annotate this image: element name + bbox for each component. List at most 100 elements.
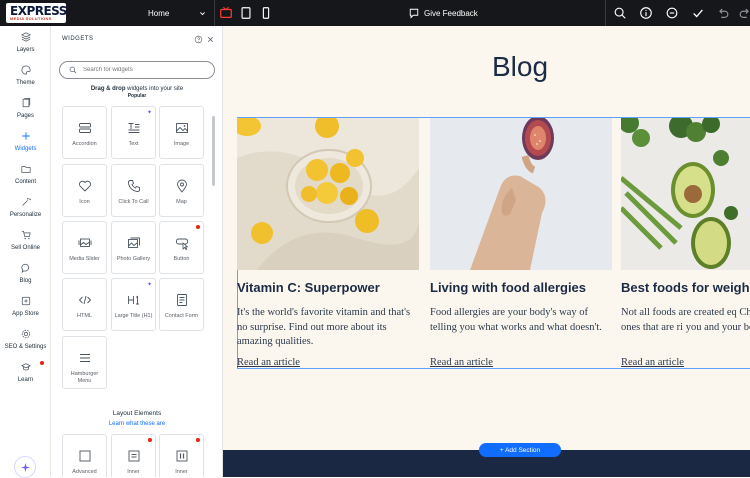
desktop-view-button[interactable] — [216, 3, 236, 23]
nav-item-personalize[interactable]: Personalize — [0, 197, 51, 227]
ai-assistant-button[interactable] — [14, 456, 36, 478]
nav-item-app-store[interactable]: App Store — [0, 296, 51, 326]
widget-tile-photo-gallery[interactable]: Photo Gallery — [111, 221, 156, 274]
give-feedback-button[interactable]: Give Feedback — [408, 0, 478, 26]
widget-tile-map[interactable]: Map — [159, 164, 204, 217]
tile-label: Hamburger Menu — [70, 371, 99, 384]
card-excerpt: It's the world's favorite vitamin and th… — [237, 307, 411, 347]
check-icon — [693, 9, 703, 18]
nav-label: Personalize — [9, 212, 42, 218]
nav-label: Pages — [16, 113, 34, 119]
widget-search[interactable] — [59, 61, 215, 79]
layout-tile-inner-columns[interactable]: Inner — [159, 434, 204, 477]
chevron-down-icon — [200, 11, 205, 15]
chat-bubble-icon — [20, 263, 29, 273]
add-section-button[interactable]: + Add Section — [479, 443, 561, 457]
nav-item-layers[interactable]: Layers — [0, 32, 51, 62]
layout-elements-heading: Layout Elements — [112, 410, 162, 417]
close-icon[interactable] — [206, 35, 215, 44]
inner-section-icon — [128, 450, 139, 462]
widgets-panel: WIDGETS Drag & drop widgets into your si… — [51, 26, 223, 477]
palette-icon — [20, 65, 31, 75]
redo-button[interactable] — [735, 3, 750, 23]
card-title[interactable]: Living with food allergies — [430, 280, 586, 295]
learn-layout-link[interactable]: Learn what these are — [51, 421, 222, 427]
widget-tile-image[interactable]: Image — [159, 106, 204, 159]
search-input[interactable] — [83, 67, 203, 73]
media-slider-icon — [78, 238, 91, 247]
tile-label: Inner — [127, 469, 140, 475]
read-article-link[interactable]: Read an article — [430, 357, 493, 368]
widget-tile-media-slider[interactable]: Media Slider — [62, 221, 107, 274]
tile-label: Icon — [79, 199, 90, 205]
nav-label: Sell Online — [10, 245, 40, 251]
nav-label: Learn — [17, 377, 34, 383]
card-title[interactable]: Vitamin C: Superpower — [237, 280, 380, 295]
brand-logo[interactable]: EXPRESS MEDIA SOLUTIONS — [6, 3, 67, 23]
nav-label: App Store — [12, 311, 39, 317]
notification-dot — [40, 361, 44, 365]
heading-icon — [127, 295, 139, 305]
tile-label: Inner — [175, 469, 188, 475]
widget-tile-text[interactable]: ✦ Text — [111, 106, 156, 159]
page-selector[interactable]: Home — [140, 0, 212, 26]
sparkle-icon: ✦ — [146, 282, 152, 288]
nav-item-blog[interactable]: Blog — [0, 263, 51, 293]
read-article-link[interactable]: Read an article — [621, 357, 684, 368]
save-check-button[interactable] — [688, 3, 708, 23]
info-button[interactable] — [636, 3, 656, 23]
popular-heading: Popular — [127, 93, 147, 99]
gear-icon — [21, 329, 30, 339]
tile-label: Button — [173, 256, 190, 262]
search-button[interactable] — [610, 3, 630, 23]
tile-label: HTML — [77, 313, 92, 319]
notification-dot — [148, 438, 152, 442]
nav-item-seo-settings[interactable]: SEO & Settings — [0, 329, 51, 359]
widget-tile-html[interactable]: HTML — [62, 278, 107, 331]
notification-dot — [196, 438, 200, 442]
desktop-icon — [220, 6, 232, 18]
map-pin-icon — [176, 179, 187, 193]
undo-icon — [719, 8, 729, 18]
blog-heading[interactable]: Blog — [223, 51, 750, 83]
undo-button[interactable] — [713, 3, 733, 23]
widget-tile-click-to-call[interactable]: Click To Call — [111, 164, 156, 217]
widget-tile-accordion[interactable]: Accordion — [62, 106, 107, 159]
nav-label: Widgets — [14, 146, 37, 152]
store-icon — [21, 296, 30, 306]
phone-icon — [127, 180, 140, 192]
widget-tile-large-title[interactable]: ✦ Large Title (H1) — [111, 278, 156, 331]
hand-holding-fig-image — [430, 118, 612, 270]
widget-tile-icon[interactable]: Icon — [62, 164, 107, 217]
read-article-link[interactable]: Read an article — [237, 357, 300, 368]
layout-tile-advanced[interactable]: Advanced — [62, 434, 107, 477]
inner-columns-icon — [176, 450, 187, 462]
widget-tile-contact-form[interactable]: Contact Form — [159, 278, 204, 331]
widget-tile-button[interactable]: Button — [159, 221, 204, 274]
plus-icon — [21, 132, 30, 140]
mobile-icon — [262, 7, 270, 19]
tablet-view-button[interactable] — [236, 3, 256, 23]
card-title[interactable]: Best foods for weigh — [621, 280, 750, 295]
zoom-out-button[interactable] — [662, 3, 682, 23]
nav-item-content[interactable]: Content — [0, 164, 51, 194]
nav-label: Layers — [16, 47, 35, 53]
text-icon — [128, 123, 139, 133]
help-icon[interactable] — [194, 35, 203, 44]
nav-item-widgets[interactable]: Widgets — [0, 131, 51, 161]
mobile-view-button[interactable] — [256, 3, 276, 23]
nav-item-pages[interactable]: Pages — [0, 98, 51, 128]
tile-label: Contact Form — [164, 313, 199, 319]
drag-hint: Drag & drop widgets into your site — [51, 86, 222, 92]
nav-item-theme[interactable]: Theme — [0, 65, 51, 95]
nav-item-learn[interactable]: Learn — [0, 362, 51, 392]
search-icon — [614, 7, 626, 19]
panel-scrollbar[interactable] — [212, 116, 215, 186]
site-canvas[interactable]: Blog Vitamin C: Superpower It's the worl… — [223, 26, 750, 477]
logo-subtext: MEDIA SOLUTIONS — [10, 16, 52, 21]
nav-item-sell-online[interactable]: Sell Online — [0, 230, 51, 260]
hamburger-icon — [79, 354, 90, 362]
widget-tile-hamburger-menu[interactable]: Hamburger Menu — [62, 336, 107, 389]
layout-tile-inner-section[interactable]: Inner — [111, 434, 156, 477]
tile-label: Accordion — [72, 141, 97, 147]
